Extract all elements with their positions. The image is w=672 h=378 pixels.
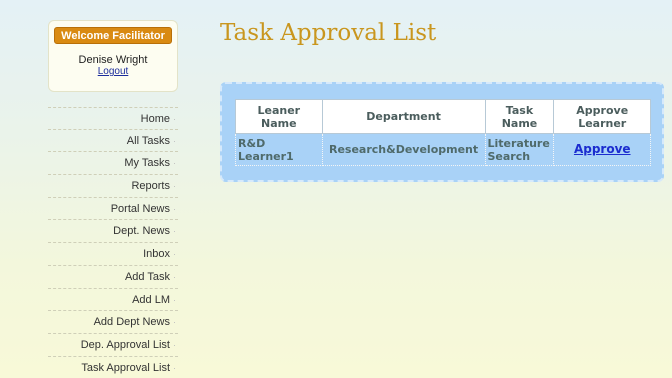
separator-icon: · <box>173 362 176 373</box>
sidebar-item-label: Portal News <box>110 202 170 215</box>
separator-icon: · <box>173 339 176 350</box>
sidebar-item-dep-approval-list[interactable]: Dep. Approval List · <box>48 334 178 357</box>
sidebar-item-home[interactable]: Home · <box>48 107 178 130</box>
cell-approve: Approve <box>553 133 651 166</box>
table-header-row: Leaner Name Department Task Name Approve Le… <box>235 99 651 134</box>
approve-link[interactable]: Approve <box>574 142 631 156</box>
separator-icon: · <box>173 271 176 282</box>
column-header-department: Department <box>321 99 486 134</box>
sidebar-item-label: My Tasks <box>124 157 170 170</box>
column-header-task-name: Task Name <box>484 99 555 134</box>
sidebar-item-label: Add Task <box>124 270 170 283</box>
logout-link[interactable]: Logout <box>49 66 177 78</box>
sidebar-item-label: Dept. News <box>113 225 170 238</box>
sidebar-item-add-task[interactable]: Add Task · <box>48 266 178 289</box>
sidebar-item-add-dept-news[interactable]: Add Dept News · <box>48 311 178 334</box>
separator-icon: · <box>173 114 176 124</box>
sidebar-item-label: Reports <box>131 180 170 193</box>
separator-icon: · <box>173 203 176 214</box>
welcome-badge: Welcome Facilitator <box>54 27 172 44</box>
sidebar-item-label: Add LM <box>132 293 170 306</box>
separator-icon: · <box>173 158 176 169</box>
cell-task-name: Literature Search <box>484 133 555 166</box>
sidebar-item-label: Inbox <box>143 248 170 261</box>
sidebar-item-label: Task Approval List <box>81 361 170 374</box>
table-row: R&D Learner1 Research&Development Literat… <box>235 133 651 166</box>
sidebar-item-add-lm[interactable]: Add LM · <box>48 289 178 312</box>
cell-learner-name: R&D Learner1 <box>235 133 323 166</box>
sidebar-item-all-tasks[interactable]: All Tasks · <box>48 130 178 153</box>
sidebar-item-task-approval-list[interactable]: Task Approval List · <box>48 357 178 378</box>
welcome-box: Welcome Facilitator Denise Wright Logout <box>48 20 178 92</box>
sidebar-item-portal-news[interactable]: Portal News · <box>48 198 178 221</box>
separator-icon: · <box>173 181 176 192</box>
separator-icon: · <box>173 135 176 146</box>
separator-icon: · <box>173 294 176 305</box>
separator-icon: · <box>173 249 176 260</box>
sidebar-item-reports[interactable]: Reports · <box>48 175 178 198</box>
sidebar-item-my-tasks[interactable]: My Tasks · <box>48 152 178 176</box>
column-header-approve-learner: Approve Learner <box>553 99 651 134</box>
sidebar-item-label: Dep. Approval List <box>80 338 170 351</box>
column-header-learner-name: Leaner Name <box>235 99 323 134</box>
sidebar-nav: Home · All Tasks · My Tasks · Reports · Port… <box>48 107 178 378</box>
separator-icon: · <box>173 226 176 237</box>
separator-icon: · <box>173 317 176 328</box>
approval-panel: Leaner Name Department Task Name Approve Le… <box>220 82 664 182</box>
user-name: Denise Wright <box>78 54 148 66</box>
sidebar-item-inbox[interactable]: Inbox · <box>48 243 178 266</box>
task-approval-table: Leaner Name Department Task Name Approve Le… <box>235 99 651 166</box>
page-title: Task Approval List <box>220 20 437 46</box>
cell-department: Research&Development <box>321 133 486 166</box>
sidebar-item-label: Add Dept News <box>93 316 170 329</box>
sidebar-item-label: All Tasks <box>126 134 170 147</box>
sidebar-item-dept-news[interactable]: Dept. News · <box>48 220 178 244</box>
sidebar-item-label: Home <box>140 113 170 125</box>
